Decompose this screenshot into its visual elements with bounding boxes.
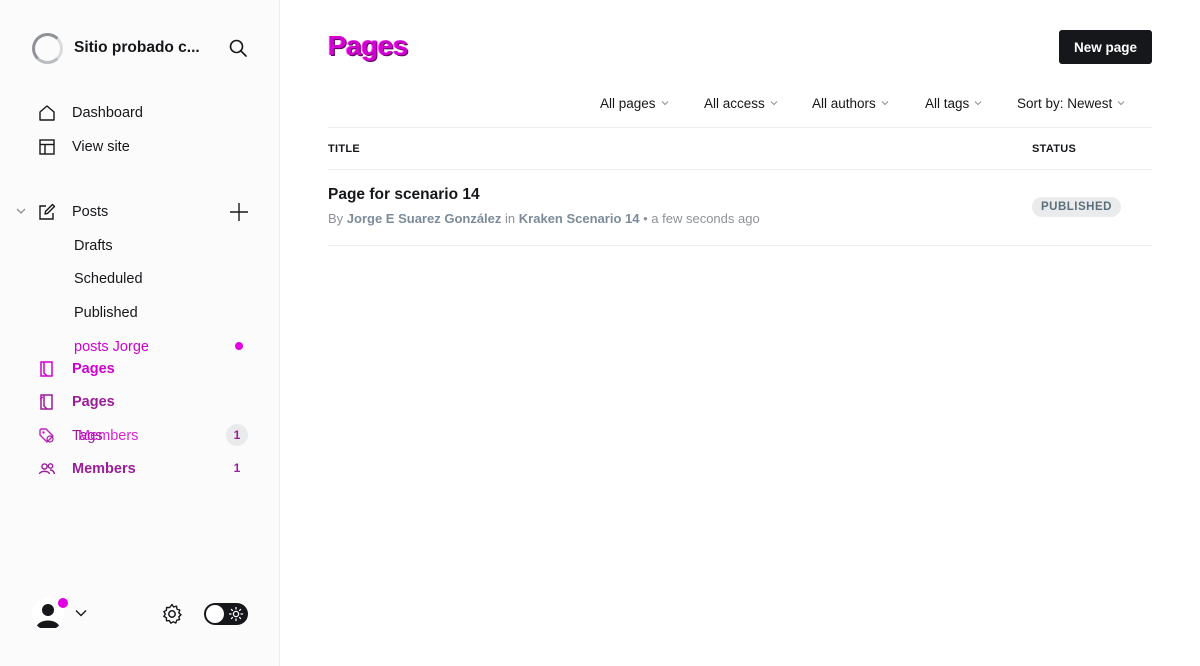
- site-name[interactable]: Sitio probado c...: [74, 39, 222, 57]
- nav-view-site-label: View site: [72, 139, 130, 155]
- nav-dashboard[interactable]: Dashboard: [36, 101, 143, 125]
- site-header: Sitio probado c...: [32, 32, 250, 64]
- nav-drafts[interactable]: Drafts: [74, 235, 113, 257]
- meta-author: Jorge E Suarez González: [346, 211, 502, 226]
- filter-all-tags[interactable]: All tags: [925, 92, 982, 114]
- column-header-title: TITLE: [328, 143, 361, 155]
- nav-pages[interactable]: Pages: [36, 357, 115, 381]
- meta-tag: Kraken Scenario 14: [518, 211, 640, 226]
- sort-dropdown-label: Sort by: Newest: [1017, 95, 1113, 111]
- nav-pages-label: Pages: [72, 361, 115, 377]
- search-icon[interactable]: [226, 36, 250, 60]
- notification-dot: [235, 342, 243, 350]
- page-title: Pages: [328, 30, 409, 61]
- nav-view-site[interactable]: View site: [36, 135, 130, 159]
- nav-tags-label-wrap: Tags Members: [72, 428, 138, 444]
- filter-all-pages[interactable]: All pages: [600, 92, 669, 114]
- sidebar: Sitio probado c... Dashboard View site P…: [0, 0, 280, 666]
- filter-all-tags-label: All tags: [925, 95, 970, 111]
- members-count: 1: [233, 461, 241, 475]
- edit-icon: [36, 201, 58, 223]
- status-badge: PUBLISHED: [1032, 197, 1121, 217]
- avatar-notification-dot: [58, 598, 68, 608]
- row-meta: By Jorge E Suarez González in Kraken Sce…: [328, 211, 760, 226]
- filter-all-access[interactable]: All access: [704, 92, 778, 114]
- home-icon: [36, 102, 58, 124]
- chevron-down-icon: [881, 101, 889, 106]
- nav-members-overlay-label: Members: [78, 428, 139, 444]
- chevron-down-icon[interactable]: [14, 204, 28, 218]
- sun-icon: [228, 606, 244, 622]
- meta-in: in: [505, 211, 516, 226]
- chevron-down-icon: [974, 101, 982, 106]
- nav-published[interactable]: Published: [74, 302, 138, 324]
- divider: [328, 127, 1152, 128]
- nav-posts-jorge[interactable]: posts Jorge: [74, 336, 149, 358]
- divider: [328, 169, 1152, 170]
- nav-posts-label: Posts: [72, 204, 109, 220]
- new-page-button[interactable]: New page: [1059, 30, 1152, 64]
- divider: [328, 245, 1152, 246]
- nav-dashboard-label: Dashboard: [72, 105, 143, 121]
- nav-members[interactable]: Members: [36, 457, 136, 481]
- theme-toggle-knob: [206, 605, 224, 623]
- tag-icon: [36, 425, 58, 447]
- nav-members-label: Members: [72, 461, 136, 477]
- row-title[interactable]: Page for scenario 14: [328, 186, 480, 204]
- nav-scheduled[interactable]: Scheduled: [74, 268, 143, 290]
- layout-icon: [36, 136, 58, 158]
- chevron-down-icon[interactable]: [74, 606, 88, 620]
- column-header-status: STATUS: [1032, 143, 1077, 155]
- gear-icon[interactable]: [160, 602, 184, 626]
- sidebar-footer: [32, 596, 250, 632]
- nav-posts[interactable]: Posts: [36, 200, 108, 224]
- sort-dropdown[interactable]: Sort by: Newest: [1017, 92, 1125, 114]
- chevron-down-icon: [770, 101, 778, 106]
- meta-separator: •: [643, 211, 648, 226]
- nav-pages-duplicate[interactable]: Pages: [36, 390, 115, 414]
- filter-all-access-label: All access: [704, 95, 765, 111]
- filter-all-authors-label: All authors: [812, 95, 876, 111]
- chevron-down-icon: [1117, 101, 1125, 106]
- filter-all-pages-label: All pages: [600, 95, 656, 111]
- meta-time: a few seconds ago: [651, 211, 760, 226]
- nav-pages-duplicate-label: Pages: [72, 394, 115, 410]
- nav-tags[interactable]: Tags Members: [36, 424, 138, 448]
- members-count-badge: 1: [226, 424, 248, 446]
- members-icon: [36, 458, 58, 480]
- plus-icon[interactable]: [228, 201, 250, 223]
- page-icon: [36, 391, 58, 413]
- site-logo[interactable]: [32, 32, 63, 64]
- chevron-down-icon: [661, 101, 668, 106]
- page-icon: [36, 358, 58, 380]
- meta-by: By: [328, 211, 344, 226]
- filter-all-authors[interactable]: All authors: [812, 92, 889, 114]
- theme-toggle[interactable]: [204, 603, 248, 625]
